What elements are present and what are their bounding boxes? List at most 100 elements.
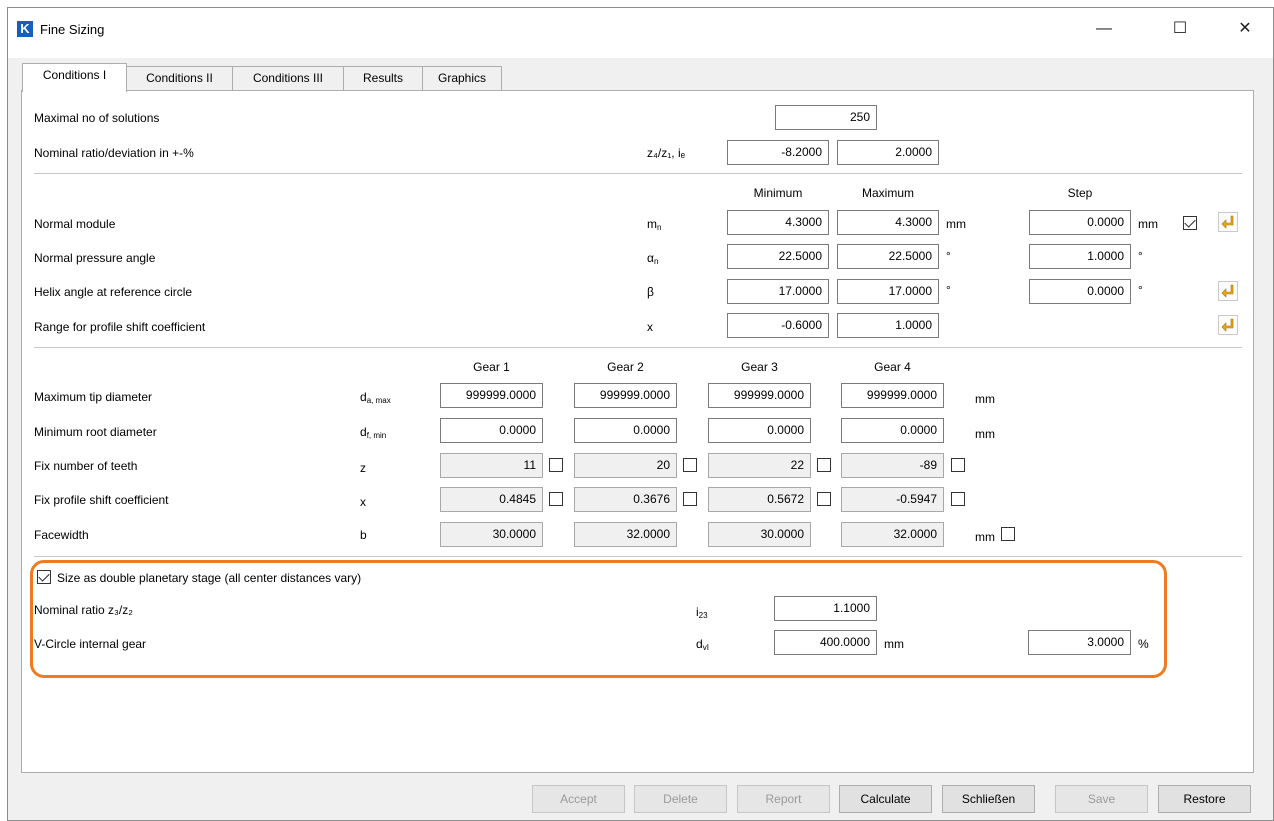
header-step: Step [1067, 186, 1093, 200]
restore-button[interactable]: Restore [1158, 785, 1251, 813]
profile-shift-min-input[interactable]: -0.6000 [727, 313, 829, 338]
fix-teeth-symbol: z [360, 461, 366, 475]
normal-module-max-input[interactable]: 4.3000 [837, 210, 939, 235]
close-button[interactable]: Schließen [942, 785, 1035, 813]
tab-graphics[interactable]: Graphics [422, 66, 502, 91]
fix-profile-shift-gear1-checkbox[interactable] [549, 492, 563, 506]
pressure-angle-unit: ° [946, 249, 951, 263]
min-root-gear1-input[interactable]: 0.0000 [440, 418, 543, 443]
profile-shift-apply-button[interactable] [1218, 315, 1238, 335]
normal-module-symbol: mn [647, 217, 662, 232]
max-solutions-input[interactable]: 250 [775, 105, 877, 130]
fix-teeth-gear2-checkbox[interactable] [683, 458, 697, 472]
delete-button[interactable]: Delete [634, 785, 727, 813]
accept-button[interactable]: Accept [532, 785, 625, 813]
normal-module-apply-button[interactable] [1218, 212, 1238, 232]
pressure-angle-step-input[interactable]: 1.0000 [1029, 244, 1131, 269]
teeth-gear4-field[interactable]: -89 [841, 453, 944, 478]
tab-conditions-1[interactable]: Conditions I [22, 63, 127, 92]
max-tip-unit: mm [975, 392, 995, 406]
pressure-angle-max-input[interactable]: 22.5000 [837, 244, 939, 269]
nominal-deviation-input[interactable]: 2.0000 [837, 140, 939, 165]
facewidth-unit: mm [975, 530, 995, 544]
max-tip-diameter-symbol: da, max [360, 390, 391, 405]
app-icon: K [17, 21, 33, 37]
max-tip-gear4-input[interactable]: 999999.0000 [841, 383, 944, 408]
tab-conditions-3[interactable]: Conditions III [232, 66, 344, 91]
max-tip-diameter-label: Maximum tip diameter [34, 390, 153, 404]
facewidth-gear3-field[interactable]: 30.0000 [708, 522, 811, 547]
helix-angle-max-input[interactable]: 17.0000 [837, 279, 939, 304]
maximize-button[interactable]: ☐ [1157, 14, 1203, 44]
profile-shift-max-input[interactable]: 1.0000 [837, 313, 939, 338]
profile-shift-range-symbol: x [647, 320, 653, 334]
facewidth-gear2-field[interactable]: 32.0000 [574, 522, 677, 547]
helix-angle-step-input[interactable]: 0.0000 [1029, 279, 1131, 304]
teeth-gear3-field[interactable]: 22 [708, 453, 811, 478]
pressure-angle-min-input[interactable]: 22.5000 [727, 244, 829, 269]
report-button[interactable]: Report [737, 785, 830, 813]
fix-teeth-gear1-checkbox[interactable] [549, 458, 563, 472]
fix-teeth-gear4-checkbox[interactable] [951, 458, 965, 472]
window-title: Fine Sizing [40, 22, 105, 37]
separator [34, 173, 1242, 174]
profile-shift-gear4-field[interactable]: -0.5947 [841, 487, 944, 512]
fix-profile-shift-symbol: x [360, 495, 366, 509]
max-tip-gear3-input[interactable]: 999999.0000 [708, 383, 811, 408]
nominal-ratio-symbol: z₄/z₁, iₑ [647, 146, 686, 160]
separator [34, 556, 1242, 557]
helix-angle-unit: ° [946, 283, 951, 297]
max-solutions-label: Maximal no of solutions [34, 111, 160, 125]
return-arrow-icon [1221, 284, 1234, 298]
profile-shift-gear1-field[interactable]: 0.4845 [440, 487, 543, 512]
header-gear-4: Gear 4 [874, 360, 911, 374]
min-root-gear3-input[interactable]: 0.0000 [708, 418, 811, 443]
profile-shift-gear2-field[interactable]: 0.3676 [574, 487, 677, 512]
tab-conditions-2[interactable]: Conditions II [126, 66, 233, 91]
teeth-gear2-field[interactable]: 20 [574, 453, 677, 478]
helix-angle-apply-button[interactable] [1218, 281, 1238, 301]
facewidth-symbol: b [360, 528, 367, 542]
max-tip-gear2-input[interactable]: 999999.0000 [574, 383, 677, 408]
facewidth-gear4-field[interactable]: 32.0000 [841, 522, 944, 547]
nominal-ratio-input[interactable]: -8.2000 [727, 140, 829, 165]
facewidth-label: Facewidth [34, 528, 89, 542]
profile-shift-gear3-field[interactable]: 0.5672 [708, 487, 811, 512]
fix-profile-shift-gear3-checkbox[interactable] [817, 492, 831, 506]
normal-module-unit: mm [946, 217, 966, 231]
save-button[interactable]: Save [1055, 785, 1148, 813]
fix-teeth-label: Fix number of teeth [34, 459, 138, 473]
min-root-gear4-input[interactable]: 0.0000 [841, 418, 944, 443]
facewidth-gear1-field[interactable]: 30.0000 [440, 522, 543, 547]
close-window-button[interactable]: ✕ [1222, 14, 1268, 44]
header-maximum: Maximum [861, 186, 914, 200]
highlight-box [30, 560, 1167, 678]
helix-angle-label: Helix angle at reference circle [34, 285, 193, 299]
tab-results[interactable]: Results [343, 66, 423, 91]
return-arrow-icon [1221, 215, 1234, 229]
calculate-button[interactable]: Calculate [839, 785, 932, 813]
max-tip-gear1-input[interactable]: 999999.0000 [440, 383, 543, 408]
min-root-gear2-input[interactable]: 0.0000 [574, 418, 677, 443]
helix-angle-symbol: β [647, 285, 654, 299]
pressure-angle-step-unit: ° [1138, 249, 1143, 263]
helix-angle-min-input[interactable]: 17.0000 [727, 279, 829, 304]
header-minimum: Minimum [753, 186, 803, 200]
teeth-gear1-field[interactable]: 11 [440, 453, 543, 478]
fix-teeth-gear3-checkbox[interactable] [817, 458, 831, 472]
fix-profile-shift-gear2-checkbox[interactable] [683, 492, 697, 506]
profile-shift-range-label: Range for profile shift coefficient [34, 320, 206, 334]
separator [34, 347, 1242, 348]
nominal-ratio-label: Nominal ratio/deviation in +-% [34, 146, 194, 160]
fix-profile-shift-gear4-checkbox[interactable] [951, 492, 965, 506]
normal-module-min-input[interactable]: 4.3000 [727, 210, 829, 235]
normal-module-step-input[interactable]: 0.0000 [1029, 210, 1131, 235]
normal-module-label: Normal module [34, 217, 116, 231]
helix-angle-step-unit: ° [1138, 283, 1143, 297]
min-root-unit: mm [975, 427, 995, 441]
minimize-button[interactable]: — [1081, 14, 1127, 44]
facewidth-checkbox[interactable] [1001, 527, 1015, 541]
normal-module-checkbox[interactable] [1183, 216, 1197, 230]
min-root-diameter-symbol: df, min [360, 425, 387, 440]
header-gear-3: Gear 3 [741, 360, 778, 374]
